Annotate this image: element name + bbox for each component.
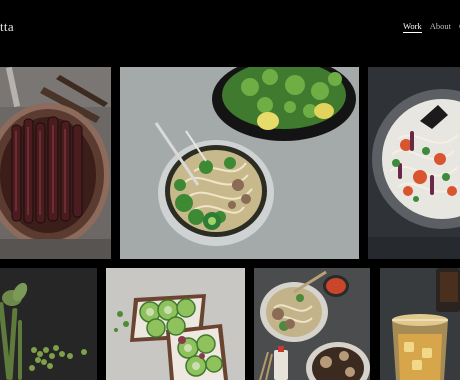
photo-noodle-soup-bowl[interactable] (120, 67, 359, 259)
nav-item-about[interactable]: About (430, 21, 451, 33)
photo-eggplant-pan[interactable] (0, 67, 111, 259)
photo-green-beans-peas[interactable] (0, 268, 97, 380)
photo-cucumber-toast[interactable] (106, 268, 245, 380)
photo-seafood-pasta-plate[interactable] (368, 67, 460, 259)
nav-item-work[interactable]: Work (403, 21, 422, 33)
site-header: tta Work About Co (0, 0, 460, 64)
photo-cocktail-drinks[interactable] (380, 268, 460, 380)
site-logo[interactable]: tta (0, 19, 14, 35)
photo-ramen-bowls[interactable] (254, 268, 370, 380)
main-nav: Work About Co (403, 21, 460, 33)
